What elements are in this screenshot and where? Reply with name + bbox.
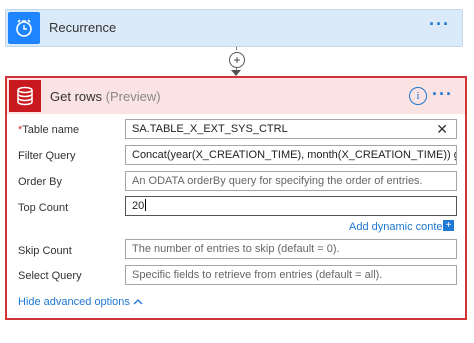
get-rows-header[interactable]: Get rows (Preview) i ··· [7,78,465,114]
get-rows-title: Get rows (Preview) [50,89,161,104]
filter-query-label: Filter Query [18,150,76,162]
select-query-field[interactable]: Specific fields to retrieve from entries… [125,265,457,285]
filter-query-value: Concat(year(X_CREATION_TIME), month(X_CR… [132,149,456,161]
filter-query-field[interactable]: Concat(year(X_CREATION_TIME), month(X_CR… [125,145,457,165]
info-icon[interactable]: i [409,87,427,105]
recurrence-card[interactable]: Recurrence ··· [5,9,463,47]
table-name-label: *Table name [18,124,79,136]
order-by-placeholder: An ODATA orderBy query for specifying th… [132,175,423,187]
order-by-label: Order By [18,176,63,188]
add-dynamic-content-button[interactable]: + [443,220,454,231]
get-rows-card: Get rows (Preview) i ··· *Table name SA.… [5,76,467,320]
recurrence-title: Recurrence [49,20,117,35]
order-by-field[interactable]: An ODATA orderBy query for specifying th… [125,171,457,191]
get-rows-title-text: Get rows [50,89,103,104]
insert-step-button[interactable]: + [229,52,245,68]
top-count-label: Top Count [18,202,69,214]
top-count-value: 20 [132,200,145,212]
select-query-placeholder: Specific fields to retrieve from entries… [132,269,383,281]
table-name-value: SA.TABLE_X_EXT_SYS_CTRL [132,123,288,135]
database-icon [9,80,41,112]
table-name-field[interactable]: SA.TABLE_X_EXT_SYS_CTRL ✕ [125,119,457,139]
preview-label: (Preview) [105,89,161,104]
get-rows-more-options-button[interactable]: ··· [432,84,453,105]
alarm-clock-icon [8,12,40,44]
text-caret [145,199,147,211]
table-name-label-text: Table name [22,124,80,136]
add-dynamic-content-link[interactable]: Add dynamic content [349,221,452,233]
skip-count-label: Skip Count [18,245,72,257]
clear-table-name-icon[interactable]: ✕ [436,120,448,138]
chevron-up-icon [133,299,143,305]
select-query-label: Select Query [18,270,82,282]
hide-advanced-options-text: Hide advanced options [18,296,130,308]
skip-count-field[interactable]: The number of entries to skip (default =… [125,239,457,259]
skip-count-placeholder: The number of entries to skip (default =… [132,243,340,255]
top-count-field[interactable]: 20 [125,196,457,216]
hide-advanced-options-link[interactable]: Hide advanced options [18,296,143,308]
recurrence-more-options-button[interactable]: ··· [429,14,450,35]
